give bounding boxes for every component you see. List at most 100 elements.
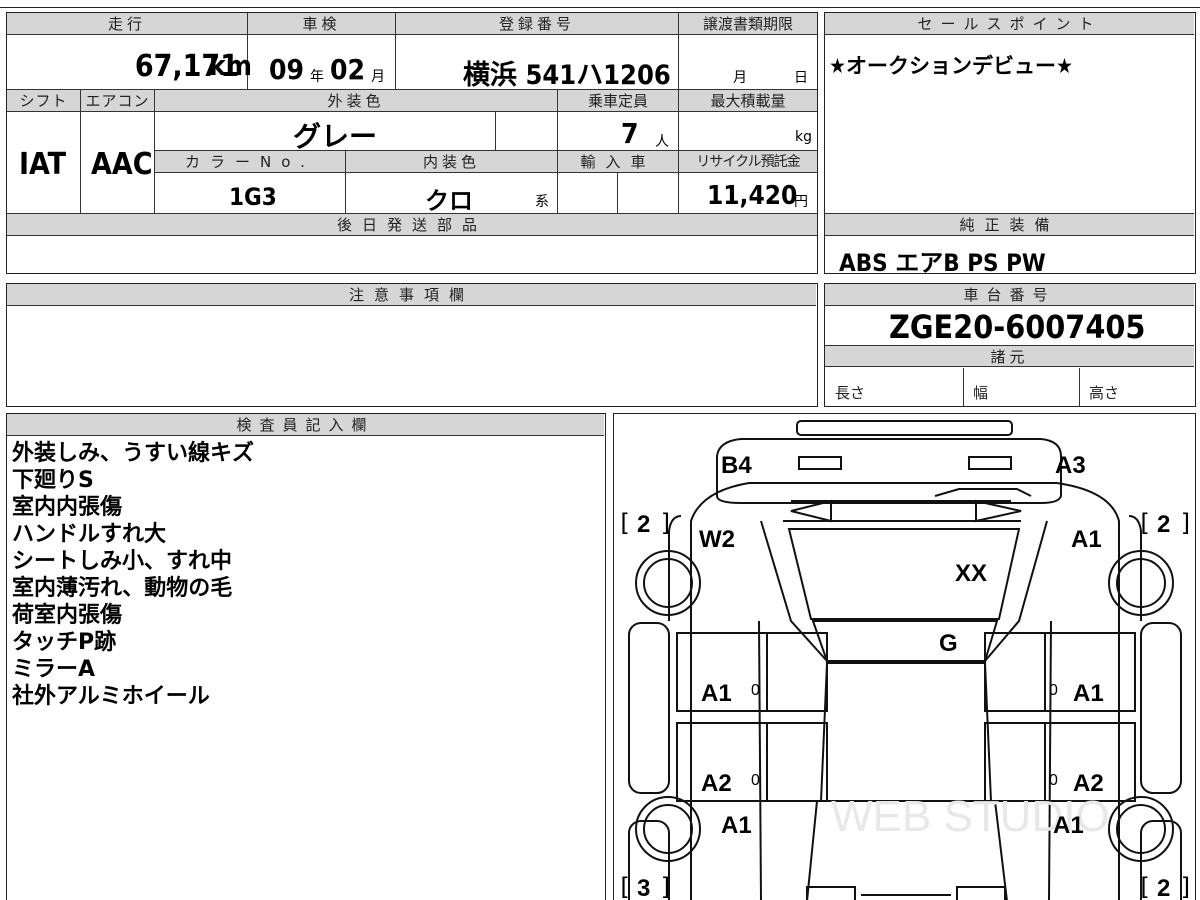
inspection-month: 02 [330, 53, 366, 86]
tire-right-rear-value: 2 [1157, 511, 1170, 538]
note-line: ハンドルすれ大 [12, 522, 167, 547]
header-inspector: 検査員記入欄 [7, 414, 604, 436]
capacity-value: 7 [621, 117, 639, 150]
car-diagram-box: WEB STUDIO B4 A3 W2 A1 XX G A1 A1 A2 A2 … [613, 413, 1196, 900]
tail-lamp-right [968, 456, 1012, 470]
car-diagram: WEB STUDIO B4 A3 W2 A1 XX G A1 A1 A2 A2 … [617, 420, 1193, 900]
capacity-unit: 人 [655, 134, 669, 150]
mark-a1-right-rear-door: A1 [1073, 680, 1104, 707]
sales-point-box: セールスポイント ★オークションデビュー★ 純正装備 ABS エアB PS PW [824, 12, 1196, 277]
aircon-value: AAC [91, 147, 153, 182]
mark-a2-right-front-door: A2 [1073, 770, 1104, 797]
tire-right-rear-bracket-open: [ [1137, 509, 1151, 537]
mark-zero: 0 [751, 772, 760, 789]
exterior-color-value: グレー [293, 120, 378, 153]
mark-zero: 0 [1049, 772, 1058, 789]
note-line: 荷室内張傷 [12, 603, 123, 628]
tire-left-front-bracket-open: [ [617, 873, 631, 900]
mark-a3: A3 [1055, 452, 1086, 479]
note-line: ミラーA [12, 657, 96, 682]
sill-left [628, 622, 670, 794]
door-left-front [676, 722, 828, 802]
vehicle-info-box: 走行 車検 登録番号 譲渡書類期限 67,171 km 09 年 02 月 横浜… [6, 12, 818, 274]
note-line: 社外アルミホイール [12, 684, 210, 709]
tire-left-front-bracket-close: ] [659, 873, 673, 900]
header-interior-color: 内装色 [346, 151, 557, 173]
spec-height-label: 高さ [1089, 384, 1120, 402]
header-later-parts: 後日発送部品 [7, 214, 817, 236]
header-import: 輸入車 [558, 151, 678, 173]
header-inspection: 車検 [248, 13, 395, 35]
transfer-month-unit: 月 [733, 70, 747, 86]
mark-a1-right-fender: A1 [1053, 812, 1084, 839]
header-exterior-color: 外装色 [155, 90, 557, 112]
note-line: タッチP跡 [12, 630, 117, 655]
interior-color-value: クロ [425, 187, 473, 215]
mark-g: G [939, 630, 958, 657]
header-color-no: カラーNo. [155, 151, 345, 173]
sill-right [1140, 622, 1182, 794]
tire-left-front-value: 3 [637, 875, 650, 900]
header-recycle-deposit: リサイクル預託金 [679, 151, 817, 173]
mark-xx: XX [955, 560, 987, 587]
mark-a2-left-front-door: A2 [701, 770, 732, 797]
shift-value: IAT [19, 147, 67, 182]
recycle-unit: 円 [794, 194, 808, 210]
header-genuine-equipment: 純正装備 [825, 214, 1194, 236]
chassis-no-value: ZGE20-6007405 [889, 308, 1146, 346]
note-line: シートしみ小、すれ中 [12, 549, 233, 574]
header-aircon: エアコン [81, 90, 154, 112]
roof-shape [819, 662, 993, 802]
mark-a1-left-fender: A1 [721, 812, 752, 839]
recycle-value: 11,420 [707, 181, 798, 211]
mark-w2: W2 [699, 526, 735, 553]
inspection-year-unit: 年 [310, 69, 324, 85]
note-line: 下廻りS [12, 468, 94, 493]
tire-left-rear-bracket-open: [ [617, 509, 631, 537]
top-edge-strip [0, 0, 1200, 8]
mark-zero: 0 [1049, 682, 1058, 699]
max-load-unit: kg [795, 129, 812, 145]
tail-lamp-left [798, 456, 842, 470]
mark-b4: B4 [721, 452, 752, 479]
header-sales-point: セールスポイント [825, 13, 1194, 35]
header-mileage: 走行 [7, 13, 247, 35]
header-shift: シフト [7, 90, 80, 112]
header-transfer-deadline: 譲渡書類期限 [679, 13, 817, 35]
inspector-notes: 外装しみ、うすい線キズ 下廻りS 室内内張傷 ハンドルすれ大 シートしみ小、すれ… [12, 440, 254, 710]
tire-left-rear-bracket-close: ] [659, 509, 673, 537]
header-capacity: 乗車定員 [558, 90, 678, 112]
note-line: 室内内張傷 [12, 495, 123, 520]
inspection-year: 09 [269, 53, 305, 86]
door-right-rear [984, 632, 1136, 712]
note-line: 室内薄汚れ、動物の毛 [12, 576, 233, 601]
sales-point-value: ★オークションデビュー★ [829, 54, 1073, 78]
mark-a1-right-quarter: A1 [1071, 526, 1102, 553]
spec-length-label: 長さ [835, 384, 866, 402]
header-registration: 登録番号 [396, 13, 678, 35]
header-chassis-no: 車台番号 [825, 284, 1194, 306]
note-line: 外装しみ、うすい線キズ [12, 441, 255, 466]
transfer-day-unit: 日 [794, 70, 808, 86]
mileage-unit: km [209, 49, 252, 82]
header-max-load: 最大積載量 [679, 90, 817, 112]
mark-zero: 0 [751, 682, 760, 699]
caution-box: 注意事項欄 [6, 283, 818, 407]
tire-right-rear-bracket-close: ] [1179, 509, 1193, 537]
mark-a1-left-rear-door: A1 [701, 680, 732, 707]
inspection-month-unit: 月 [371, 69, 385, 85]
chassis-box: 車台番号 ZGE20-6007405 諸元 長さ 幅 高さ [824, 283, 1196, 407]
genuine-equipment-value: ABS エアB PS PW [839, 249, 1046, 277]
spoiler-shape [796, 420, 1013, 436]
tire-right-front-bracket-close: ] [1179, 873, 1193, 900]
header-caution: 注意事項欄 [7, 284, 816, 306]
color-no-value: 1G3 [229, 183, 277, 211]
spec-width-label: 幅 [973, 384, 989, 402]
interior-color-unit: 系 [535, 194, 549, 210]
tire-left-rear-value: 2 [637, 511, 650, 538]
registration-value: 横浜 541ハ1206 [463, 60, 671, 91]
tire-right-front-bracket-open: [ [1137, 873, 1151, 900]
door-left-rear [676, 632, 828, 712]
header-specs: 諸元 [825, 345, 1194, 367]
door-right-front [984, 722, 1136, 802]
